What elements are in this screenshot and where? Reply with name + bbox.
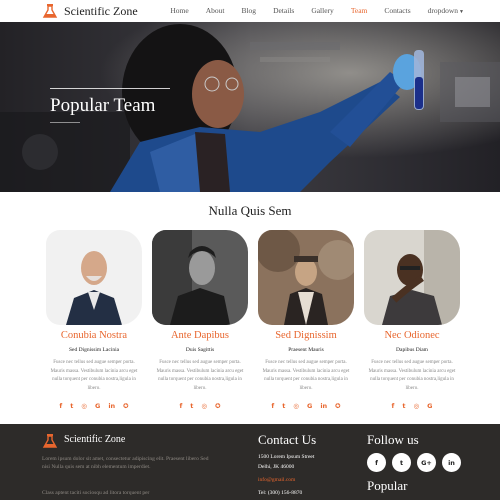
member-social-links: f t ◎ G in ✪ (46, 402, 142, 410)
nav-gallery[interactable]: Gallery (311, 6, 334, 15)
member-photo (152, 230, 248, 325)
member-role: Praesent Mauris (288, 347, 324, 353)
twitter-icon[interactable]: t (282, 402, 285, 410)
member-name[interactable]: Sed Dignissim (258, 330, 354, 341)
facebook-icon[interactable]: f (59, 402, 62, 410)
google-icon[interactable]: G (95, 402, 100, 410)
member-role: Dapibus Diam (396, 347, 428, 353)
linkedin-icon[interactable]: in (108, 402, 115, 410)
footer-about-text-2: Class aptent taciti sociosqu ad litora t… (42, 490, 150, 496)
nav-details[interactable]: Details (273, 6, 294, 15)
hero-banner: Popular Team (0, 22, 500, 192)
brand-name[interactable]: Scientific Zone (64, 4, 138, 19)
hero-subdivider (50, 122, 80, 123)
twitter-icon[interactable]: t (70, 402, 73, 410)
facebook-icon[interactable]: f (367, 453, 386, 472)
facebook-icon[interactable]: f (271, 402, 274, 410)
member-description: Fusce nec tellus sed augue semper porta.… (156, 360, 244, 391)
team-section-title: Nulla Quis Sem (208, 203, 292, 218)
member-photo (46, 230, 142, 325)
hero-title: Popular Team (50, 95, 156, 116)
follow-title: Follow us (367, 432, 419, 447)
vk-icon[interactable]: ✪ (123, 402, 128, 410)
member-social-links: f t ◎ ✪ (152, 402, 248, 410)
nav-dropdown[interactable]: dropdown▼ (428, 6, 464, 15)
footer-about-text: Lorem ipsum dolor sit amet, consectetur … (42, 456, 209, 471)
contact-address-line-2: Delhi, JK 46000 (258, 464, 295, 470)
team-card: Sed Dignissim Praesent Mauris Fusce nec … (258, 230, 354, 410)
nav-home[interactable]: Home (170, 6, 188, 15)
contact-address-line-1: 1500 Lorem Ipsum Street (258, 454, 315, 460)
top-navbar: Scientific Zone Home About Blog Details … (0, 0, 500, 22)
contact-title: Contact Us (258, 432, 317, 447)
instagram-icon[interactable]: ◎ (201, 402, 207, 410)
member-description: Fusce nec tellus sed augue semper porta.… (368, 360, 456, 391)
instagram-icon[interactable]: ◎ (81, 402, 87, 410)
member-description: Fusce nec tellus sed augue semper porta.… (50, 360, 138, 391)
google-icon[interactable]: G (427, 402, 432, 410)
member-photo (364, 230, 460, 325)
vk-icon[interactable]: ✪ (215, 402, 220, 410)
hero-divider (50, 88, 170, 89)
member-role: Sed Dignissim Lacinia (68, 347, 120, 353)
member-name[interactable]: Conubia Nostra (46, 330, 142, 341)
team-card: Conubia Nostra Sed Dignissim Lacinia Fus… (46, 230, 142, 410)
instagram-icon[interactable]: ◎ (293, 402, 299, 410)
nav-about[interactable]: About (206, 6, 225, 15)
member-photo (258, 230, 354, 325)
vk-icon[interactable]: ✪ (335, 402, 340, 410)
member-social-links: f t ◎ G (364, 402, 460, 410)
member-social-links: f t ◎ G in ✪ (258, 402, 354, 410)
nav-team[interactable]: Team (351, 6, 368, 15)
instagram-icon[interactable]: ◎ (413, 402, 419, 410)
google-plus-icon[interactable]: G+ (417, 453, 436, 472)
google-icon[interactable]: G (307, 402, 312, 410)
caret-down-icon: ▼ (459, 10, 464, 15)
contact-email[interactable]: info@gmail.com (258, 477, 295, 483)
flask-icon[interactable] (42, 433, 58, 449)
team-card: Nec Odionec Dapibus Diam Fusce nec tellu… (364, 230, 460, 410)
member-name[interactable]: Ante Dapibus (152, 330, 248, 341)
member-description: Fusce nec tellus sed augue semper porta.… (262, 360, 350, 391)
main-menu: Home About Blog Details Gallery Team Con… (153, 6, 464, 15)
twitter-icon[interactable]: t (392, 453, 411, 472)
nav-contacts[interactable]: Contacts (384, 6, 410, 15)
contact-phone: Tel: (300) 156-8870 (258, 490, 303, 496)
follow-icons: f t G+ in (367, 453, 461, 472)
flask-icon[interactable] (42, 3, 58, 19)
facebook-icon[interactable]: f (392, 402, 395, 410)
twitter-icon[interactable]: t (402, 402, 405, 410)
facebook-icon[interactable]: f (179, 402, 182, 410)
nav-dropdown-label: dropdown (427, 6, 459, 15)
team-card: Ante Dapibus Duis Sagittis Fusce nec tel… (152, 230, 248, 410)
nav-blog[interactable]: Blog (241, 6, 256, 15)
popular-title: Popular (367, 478, 408, 493)
member-name[interactable]: Nec Odionec (364, 330, 460, 341)
footer-brand[interactable]: Scientific Zone (64, 434, 125, 445)
member-role: Duis Sagittis (185, 347, 215, 353)
linkedin-icon[interactable]: in (320, 402, 327, 410)
linkedin-icon[interactable]: in (442, 453, 461, 472)
twitter-icon[interactable]: t (190, 402, 193, 410)
